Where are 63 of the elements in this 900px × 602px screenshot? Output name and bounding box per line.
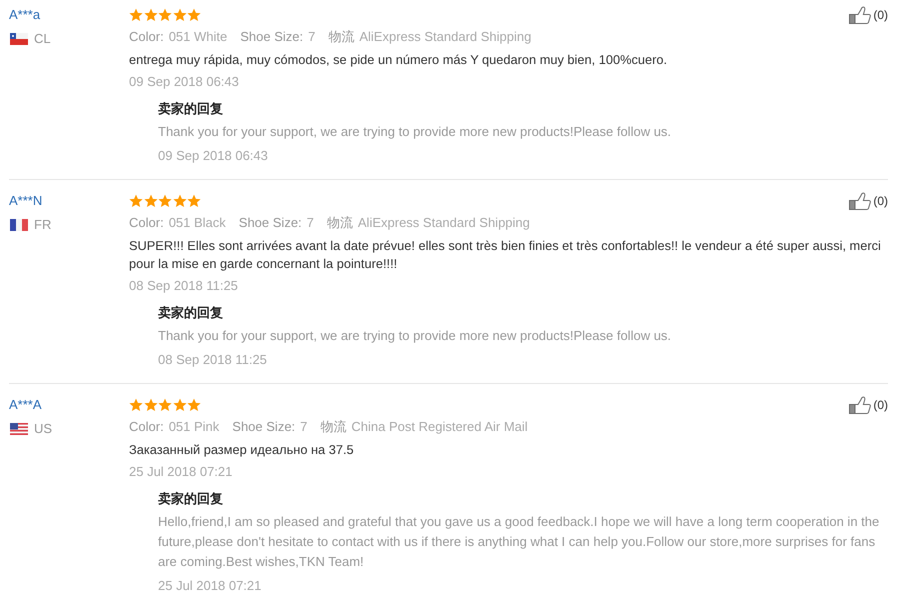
thumbs-up-icon xyxy=(849,396,872,414)
buyer-name[interactable]: A***a xyxy=(9,4,40,26)
attribute-value: 7 xyxy=(308,28,316,46)
attribute-label: Shoe Size: xyxy=(238,214,302,232)
flag-icon xyxy=(10,219,28,231)
attribute-value: 7 xyxy=(300,418,308,436)
star-icon xyxy=(144,8,158,22)
review-date: 09 Sep 2018 06:43 xyxy=(129,73,240,91)
attribute-label: Shoe Size: xyxy=(240,28,304,46)
attribute-value: China Post Registered Air Mail xyxy=(351,418,528,436)
attribute-label: Color: xyxy=(129,28,164,46)
buyer-name[interactable]: A***A xyxy=(9,394,42,416)
star-icon xyxy=(144,398,158,412)
star-icon xyxy=(187,8,201,22)
flag-icon xyxy=(10,33,28,45)
attribute-value: AliExpress Standard Shipping xyxy=(359,28,532,46)
attribute-label: Shoe Size: xyxy=(232,418,296,436)
reply-text: Thank you for your support, we are trying to provide more new products!Please follow us. xyxy=(158,123,672,141)
helpful-button[interactable]: (0) xyxy=(849,192,888,210)
attribute-value: 051 Pink xyxy=(168,418,220,436)
star-icon xyxy=(187,194,201,208)
review-date: 25 Jul 2018 07:21 xyxy=(129,463,234,481)
star-icon xyxy=(158,194,172,208)
attribute-value: 051 White xyxy=(168,28,228,46)
review-text: entrega muy rápida, muy cómodos, se pide un número más Y quedaron muy bien, 100%cuero. xyxy=(129,51,668,69)
review-text: SUPER!!! Elles sont arrivées avant la date prévue! elles sont très bien finies et très confortables!! le vendeur a été super aussi, merci pour la mise en garde concernant la pointure!!!! xyxy=(129,237,882,273)
star-icon xyxy=(144,194,158,208)
helpful-button[interactable]: (0) xyxy=(849,6,888,24)
reply-date: 25 Jul 2018 07:21 xyxy=(158,577,262,595)
star-icon xyxy=(172,398,186,412)
reply-date: 09 Sep 2018 06:43 xyxy=(158,147,269,165)
attribute-label: 物流 xyxy=(326,214,353,232)
country-code: CL xyxy=(34,30,51,48)
star-icon xyxy=(158,8,172,22)
reply-date: 08 Sep 2018 11:25 xyxy=(158,351,268,369)
reply-heading: 卖家的回复 xyxy=(158,490,224,508)
review-text: Заказанный размер идеально на 37.5 xyxy=(129,441,355,459)
country-code: FR xyxy=(34,216,52,234)
star-icon xyxy=(129,398,143,412)
reply-text: Hello,friend,I am so pleased and grateful that you gave us a good feedback.I hope we will have a long term cooperation in the future,please don't hesitate to contact with us if there is anything what I can help you.Follow our store,more surprises for fans are coming.Best wishes,TKN Team! xyxy=(158,513,880,571)
attribute-label: Color: xyxy=(129,418,164,436)
buyer-name[interactable]: A***N xyxy=(9,190,42,212)
star-icon xyxy=(129,8,143,22)
star-icon xyxy=(158,398,172,412)
attribute-label: 物流 xyxy=(320,418,346,436)
flag-icon xyxy=(10,423,28,435)
attribute-value: 051 Black xyxy=(168,214,226,232)
attribute-label: 物流 xyxy=(328,28,354,46)
reply-text: Thank you for your support, we are trying to provide more new products!Please follow us. xyxy=(158,327,672,345)
star-icon xyxy=(172,8,186,22)
star-icon xyxy=(129,194,143,208)
reply-heading: 卖家的回复 xyxy=(158,100,224,118)
review-date: 08 Sep 2018 11:25 xyxy=(129,277,239,295)
star-icon xyxy=(172,194,186,208)
helpful-button[interactable]: (0) xyxy=(849,396,888,414)
attribute-label: Color: xyxy=(129,214,164,232)
attribute-value: 7 xyxy=(306,214,314,232)
thumbs-up-icon xyxy=(849,192,872,210)
country-code: US xyxy=(34,420,52,438)
star-icon xyxy=(187,398,201,412)
thumbs-up-icon xyxy=(849,6,872,24)
reply-heading: 卖家的回复 xyxy=(158,304,224,322)
attribute-value: AliExpress Standard Shipping xyxy=(358,214,530,232)
